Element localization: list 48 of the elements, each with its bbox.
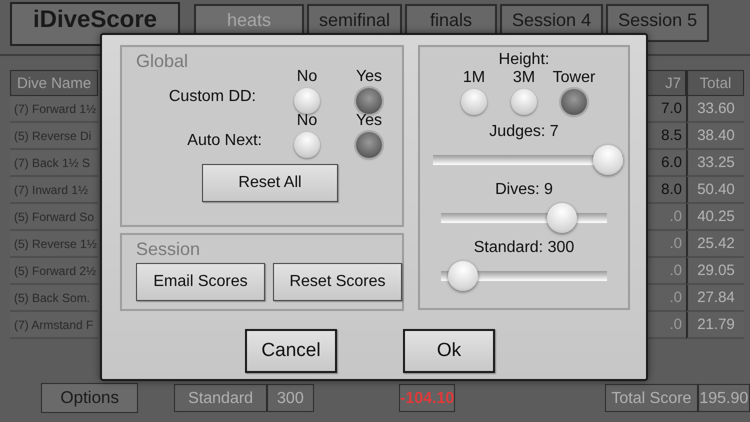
- total-score-label: Total Score: [605, 384, 698, 412]
- table-cell: 21.79: [686, 312, 744, 339]
- radio-button[interactable]: [561, 89, 587, 115]
- column-header: Dive Name: [10, 70, 98, 96]
- total-score-value: 195.90: [698, 384, 750, 412]
- choice-label: No: [296, 68, 318, 86]
- radio-button[interactable]: [356, 132, 382, 158]
- radio-button[interactable]: [294, 88, 320, 114]
- table-cell: 29.05: [686, 258, 744, 285]
- choice-label: No: [296, 112, 318, 130]
- column-header: Total: [686, 70, 744, 96]
- session-button[interactable]: Reset Scores: [273, 263, 402, 301]
- choice-label: Tower: [552, 69, 596, 87]
- score-difference: -104.10: [398, 384, 456, 412]
- table-cell: 38.40: [686, 123, 744, 150]
- slider-thumb[interactable]: [448, 261, 478, 291]
- table-cell: 27.84: [686, 285, 744, 312]
- standard-label: Standard: [174, 384, 267, 412]
- tab[interactable]: Session 5: [606, 4, 710, 42]
- options-button[interactable]: Options: [41, 383, 138, 413]
- radio-button[interactable]: [294, 132, 320, 158]
- table-cell: 50.40: [686, 177, 744, 204]
- radio-button[interactable]: [461, 89, 487, 115]
- slider-label: Judges: 7: [489, 123, 559, 141]
- table-cell: 33.60: [686, 96, 744, 123]
- choice-label: 3M: [512, 69, 536, 87]
- choice-label: Yes: [356, 68, 382, 86]
- slider-thumb[interactable]: [593, 145, 623, 175]
- option-label: Custom DD:: [168, 88, 257, 107]
- table-cell: 40.25: [686, 204, 744, 231]
- height-label: Height:: [498, 51, 550, 69]
- panel-title: Session: [135, 239, 202, 260]
- choice-label: 1M: [462, 69, 486, 87]
- option-label: Auto Next:: [186, 132, 263, 151]
- standard-value: 300: [266, 384, 314, 412]
- slider-thumb[interactable]: [547, 203, 578, 233]
- radio-button[interactable]: [511, 89, 537, 115]
- radio-button[interactable]: [356, 88, 382, 114]
- table-cell: 33.25: [686, 150, 744, 177]
- choice-label: Yes: [356, 112, 382, 130]
- reset-all-button[interactable]: Reset All: [202, 164, 338, 202]
- dialog-button[interactable]: Cancel: [245, 329, 337, 373]
- slider-label: Standard: 300: [474, 239, 574, 257]
- slider-label: Dives: 9: [495, 181, 553, 199]
- session-button[interactable]: Email Scores: [136, 263, 265, 301]
- dialog-button[interactable]: Ok: [403, 329, 495, 373]
- panel-title: Global: [136, 51, 190, 72]
- table-cell: 25.42: [686, 231, 744, 258]
